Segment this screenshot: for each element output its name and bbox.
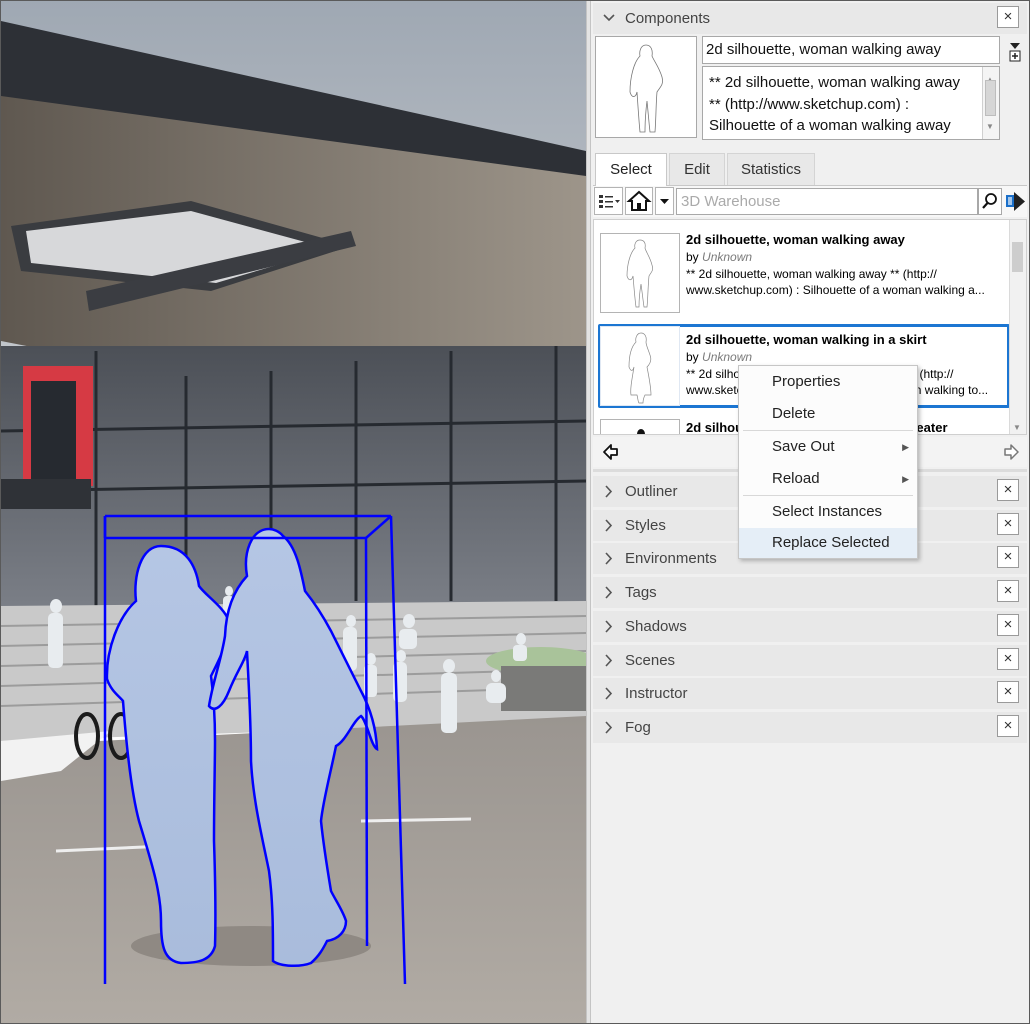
- description-line: Silhouette of a woman walking away: [709, 117, 951, 134]
- close-icon[interactable]: ×: [997, 546, 1019, 568]
- chevron-right-icon: [603, 645, 615, 676]
- magnifier-icon: [982, 193, 997, 209]
- components-tabs: Select Edit Statistics: [593, 153, 1027, 186]
- sketchup-window: Components × 2d silhouette, woman walkin…: [0, 0, 1030, 1024]
- chevron-right-icon: [603, 678, 615, 709]
- fog-panel-header[interactable]: Fog ×: [593, 712, 1027, 743]
- view-options-button[interactable]: [594, 187, 623, 215]
- panel-title: Fog: [625, 719, 651, 736]
- component-name-field[interactable]: 2d silhouette, woman walking away: [702, 36, 1000, 64]
- panel-title: Components: [625, 10, 711, 27]
- result-thumbnail: [600, 326, 680, 406]
- close-icon[interactable]: ×: [997, 614, 1019, 636]
- chevron-down-icon: [660, 199, 669, 204]
- close-icon[interactable]: ×: [997, 513, 1019, 535]
- menu-item-select-instances[interactable]: Select Instances: [739, 497, 917, 527]
- close-components-button[interactable]: ×: [997, 6, 1019, 28]
- details-menu-button[interactable]: [1007, 40, 1023, 62]
- components-toolbar: 3D Warehouse: [593, 186, 1027, 217]
- menu-item-reload[interactable]: Reload ▶: [739, 464, 917, 494]
- view-options-icon: [599, 195, 620, 208]
- context-menu: Properties Delete Save Out ▶ Reload ▶ Sele…: [738, 365, 918, 559]
- shadows-panel-header[interactable]: Shadows ×: [593, 611, 1027, 642]
- panel-title: Instructor: [625, 685, 688, 702]
- chevron-right-icon: [603, 611, 615, 642]
- tab-select[interactable]: Select: [595, 153, 667, 186]
- component-description-field[interactable]: ** 2d silhouette, woman walking away ** …: [702, 66, 1000, 140]
- chevron-right-icon: [603, 543, 615, 574]
- description-line: ** (http://www.sketchup.com) :: [709, 95, 910, 113]
- close-icon[interactable]: ×: [997, 648, 1019, 670]
- close-icon[interactable]: ×: [997, 479, 1019, 501]
- chevron-right-icon: [603, 510, 615, 541]
- results-scrollbar[interactable]: ▼: [1009, 220, 1026, 434]
- arrow-right-icon: [1004, 444, 1019, 460]
- scroll-down-icon[interactable]: ▼: [986, 116, 994, 138]
- tags-panel-header[interactable]: Tags ×: [593, 577, 1027, 608]
- scroll-thumb[interactable]: [985, 80, 996, 116]
- submenu-arrow-icon: ▶: [902, 474, 909, 484]
- search-button[interactable]: [978, 188, 1002, 215]
- menu-item-properties[interactable]: Properties: [739, 367, 917, 397]
- chevron-right-icon: [603, 476, 615, 507]
- scroll-down-icon[interactable]: ▼: [1013, 423, 1021, 432]
- panel-title: Styles: [625, 517, 666, 534]
- back-button[interactable]: [602, 443, 620, 461]
- forward-button[interactable]: [1002, 443, 1020, 461]
- result-author: by Unknown: [686, 350, 753, 364]
- result-title: 2d silhouette, woman walking in a skirt: [686, 332, 927, 347]
- search-input[interactable]: 3D Warehouse: [676, 188, 978, 215]
- scenes-panel-header[interactable]: Scenes ×: [593, 645, 1027, 676]
- submenu-arrow-icon: ▶: [902, 442, 909, 452]
- description-scrollbar[interactable]: ▲ ▼: [982, 67, 999, 139]
- result-description: ** 2d silhouette, woman walking away ** …: [686, 267, 985, 297]
- result-thumbnail: [600, 233, 680, 313]
- menu-separator: [743, 430, 913, 431]
- home-icon: [626, 190, 652, 211]
- panel-title: Shadows: [625, 618, 687, 635]
- chevron-right-icon: [603, 712, 615, 743]
- details-arrow-button[interactable]: [1004, 188, 1028, 215]
- arrow-left-icon: [603, 444, 618, 460]
- model-viewport[interactable]: [1, 1, 586, 1023]
- panel-title: Scenes: [625, 652, 676, 669]
- panel-title: Environments: [625, 550, 717, 567]
- menu-item-replace-selected[interactable]: Replace Selected: [739, 528, 917, 558]
- component-thumbnail: [595, 36, 697, 138]
- list-item[interactable]: 2d silhouette, woman walking away by Unk…: [598, 224, 1010, 313]
- scene-render: [1, 1, 586, 1023]
- chevron-down-icon: [603, 3, 615, 34]
- navigation-dropdown-button[interactable]: [655, 187, 674, 215]
- chevron-right-icon: [603, 577, 615, 608]
- close-icon[interactable]: ×: [997, 580, 1019, 602]
- result-thumbnail: [600, 419, 680, 434]
- menu-item-save-out[interactable]: Save Out ▶: [739, 432, 917, 462]
- menu-item-delete[interactable]: Delete: [739, 399, 917, 429]
- components-panel-header[interactable]: Components ×: [593, 3, 1027, 34]
- tab-statistics[interactable]: Statistics: [727, 153, 815, 185]
- result-author: by Unknown: [686, 250, 753, 264]
- panel-title: Tags: [625, 584, 657, 601]
- tab-edit[interactable]: Edit: [669, 153, 725, 185]
- close-icon[interactable]: ×: [997, 681, 1019, 703]
- instructor-panel-header[interactable]: Instructor ×: [593, 678, 1027, 709]
- close-icon[interactable]: ×: [997, 715, 1019, 737]
- result-title: 2d silhouette, woman walking away: [686, 232, 905, 247]
- scroll-thumb[interactable]: [1012, 242, 1023, 272]
- panel-title: Outliner: [625, 483, 678, 500]
- arrow-right-icon: [1006, 192, 1025, 211]
- menu-separator: [743, 495, 913, 496]
- home-button[interactable]: [625, 187, 653, 215]
- description-line: ** 2d silhouette, woman walking away: [709, 74, 960, 91]
